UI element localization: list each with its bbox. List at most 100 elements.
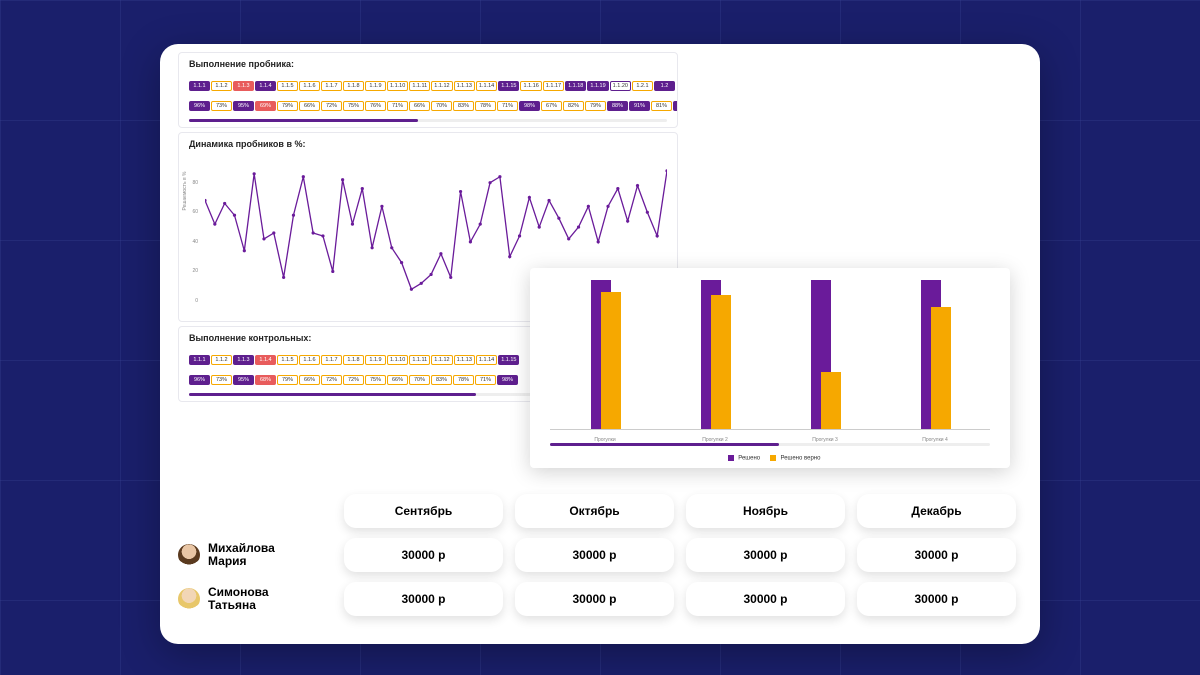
pill[interactable]: 79%	[277, 101, 298, 111]
pill[interactable]: 1.1.13	[454, 355, 475, 365]
line-point	[459, 190, 462, 193]
pill[interactable]: 1.1.4	[255, 355, 276, 365]
pill[interactable]: 79%	[277, 375, 298, 385]
pill[interactable]: 71%	[497, 101, 518, 111]
pill[interactable]: 1.1.6	[299, 81, 320, 91]
pill[interactable]: 66%	[387, 375, 408, 385]
line-point	[420, 282, 423, 285]
pill[interactable]: 72%	[321, 101, 342, 111]
person-row: СимоноваТатьяна30000 р30000 р30000 р3000…	[178, 582, 1022, 616]
pill[interactable]: 69%	[255, 101, 276, 111]
bar-group: Прогулки 3	[795, 280, 855, 429]
pill[interactable]: 79%	[585, 101, 606, 111]
pill[interactable]: 66%	[299, 101, 320, 111]
pill[interactable]: 1.1.5	[277, 355, 298, 365]
line-point	[508, 255, 511, 258]
pill[interactable]: 1.1.9	[365, 81, 386, 91]
pill[interactable]: 95%	[233, 375, 254, 385]
payment-cell: 30000 р	[515, 538, 674, 572]
pill[interactable]: 1.1.8	[343, 355, 364, 365]
y-tick: 40	[179, 239, 201, 245]
dynamics-title: Динамика пробников в %:	[179, 133, 677, 153]
pill[interactable]: 1.1.1	[189, 81, 210, 91]
line-point	[302, 175, 305, 178]
pill[interactable]: 1.1.9	[365, 355, 386, 365]
pill[interactable]: 75%	[365, 375, 386, 385]
pill[interactable]: 75%	[343, 101, 364, 111]
pill[interactable]: 91%	[629, 101, 650, 111]
pill[interactable]: 96%	[189, 101, 210, 111]
line-point	[488, 181, 491, 184]
pill[interactable]: 66%	[299, 375, 320, 385]
controls-scroll-thumb[interactable]	[189, 393, 476, 396]
pill[interactable]: 1.1.19	[587, 81, 608, 91]
pill[interactable]: 9	[673, 101, 677, 111]
pill[interactable]: 88%	[607, 101, 628, 111]
pill[interactable]: 78%	[475, 101, 496, 111]
pill[interactable]: 78%	[453, 375, 474, 385]
pill[interactable]: 1.2	[654, 81, 675, 91]
pill[interactable]: 73%	[211, 375, 232, 385]
pill[interactable]: 82%	[563, 101, 584, 111]
bar-scroll-thumb[interactable]	[550, 443, 779, 446]
pill[interactable]: 95%	[233, 101, 254, 111]
person-row: МихайловаМария30000 р30000 р30000 р30000…	[178, 538, 1022, 572]
pill[interactable]: 67%	[541, 101, 562, 111]
bar-scrollbar[interactable]	[550, 443, 990, 446]
line-point	[665, 169, 667, 172]
pill[interactable]: 98%	[519, 101, 540, 111]
pill[interactable]: 1.1.4	[255, 81, 276, 91]
probe-scrollbar[interactable]	[189, 119, 667, 122]
pill[interactable]: 1.1.3	[233, 81, 254, 91]
pill[interactable]: 71%	[387, 101, 408, 111]
dashboard-card: Выполнение пробника: 1.1.11.1.21.1.31.1.…	[160, 44, 1040, 644]
pill[interactable]: 1.1.17	[543, 81, 564, 91]
pill[interactable]: 1.1.6	[299, 355, 320, 365]
pill[interactable]: 68%	[255, 375, 276, 385]
pill[interactable]: 71%	[475, 375, 496, 385]
pill[interactable]: 66%	[409, 101, 430, 111]
pill[interactable]: 1.1.7	[321, 81, 342, 91]
pill[interactable]: 1.1.15	[498, 355, 519, 365]
pill[interactable]: 1.1.7	[321, 355, 342, 365]
pill[interactable]: 1.1.11	[409, 81, 430, 91]
pill[interactable]: 76%	[365, 101, 386, 111]
line-point	[341, 178, 344, 181]
pill[interactable]: 1.1.5	[277, 81, 298, 91]
pill[interactable]: 1.1.18	[565, 81, 586, 91]
y-tick: 0	[179, 298, 201, 304]
pill[interactable]: 1.1.10	[387, 81, 408, 91]
pill[interactable]: 1.1.16	[520, 81, 541, 91]
pill[interactable]: 73%	[211, 101, 232, 111]
pill[interactable]: 72%	[321, 375, 342, 385]
pill[interactable]: 1.1.2	[211, 81, 232, 91]
pill[interactable]: 83%	[431, 375, 452, 385]
pill[interactable]: 81%	[651, 101, 672, 111]
pill[interactable]: 1.1.14	[476, 81, 497, 91]
pill[interactable]: 1.1.20	[610, 81, 631, 91]
pill[interactable]: 1.1.1	[189, 355, 210, 365]
pill[interactable]: 1.1.3	[233, 355, 254, 365]
pill[interactable]: 83%	[453, 101, 474, 111]
pill[interactable]: 1.1.11	[409, 355, 430, 365]
line-point	[253, 172, 256, 175]
y-axis-label: Решаемость в %	[182, 172, 188, 211]
probe-scroll-thumb[interactable]	[189, 119, 418, 122]
line-point	[262, 237, 265, 240]
pill[interactable]: 1.1.8	[343, 81, 364, 91]
pill[interactable]: 1.1.2	[211, 355, 232, 365]
pill[interactable]: 72%	[343, 375, 364, 385]
pill[interactable]: 98%	[497, 375, 518, 385]
pill[interactable]: 1.1.14	[476, 355, 497, 365]
pill[interactable]: 1.1.10	[387, 355, 408, 365]
line-point	[606, 205, 609, 208]
pill[interactable]: 70%	[409, 375, 430, 385]
legend-swatch-solved	[728, 455, 734, 461]
pill[interactable]: 70%	[431, 101, 452, 111]
pill[interactable]: 1.1.12	[431, 355, 452, 365]
pill[interactable]: 96%	[189, 375, 210, 385]
pill[interactable]: 1.1.12	[431, 81, 452, 91]
pill[interactable]: 1.1.15	[498, 81, 519, 91]
pill[interactable]: 1.2.1	[632, 81, 653, 91]
pill[interactable]: 1.1.13	[454, 81, 475, 91]
